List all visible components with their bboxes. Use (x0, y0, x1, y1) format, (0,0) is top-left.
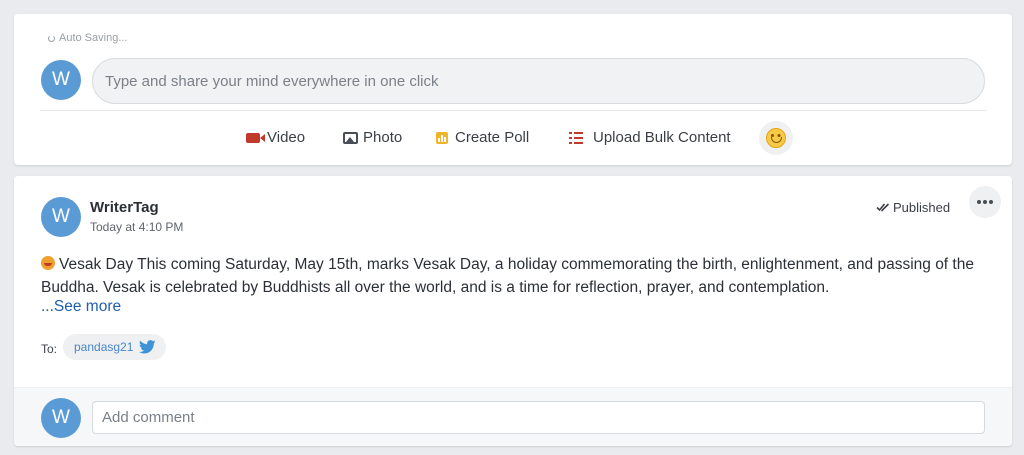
post-body: Vesak Day This coming Saturday, May 15th… (41, 253, 996, 299)
dot-icon (977, 200, 981, 204)
comment-input[interactable]: Add comment (92, 401, 985, 434)
twitter-icon (139, 340, 157, 354)
composer-actions: Video Photo Create Poll Upload Bulk Cont… (14, 118, 1012, 158)
double-check-icon (876, 203, 890, 212)
recipient-chip[interactable]: pandasg21 (63, 334, 167, 360)
video-button[interactable]: Video (246, 129, 305, 146)
recipient-handle: pandasg21 (74, 340, 134, 354)
post-timestamp: Today at 4:10 PM (90, 220, 184, 234)
autosave-status: Auto Saving... (48, 32, 128, 44)
autosave-text: Auto Saving... (59, 32, 128, 44)
see-more-link[interactable]: ...See more (41, 298, 121, 316)
emoji-button[interactable] (759, 121, 793, 155)
author-avatar: W (41, 197, 81, 237)
create-poll-label: Create Poll (455, 129, 530, 146)
to-label: To: (41, 342, 58, 356)
status-badge: Published (876, 200, 950, 215)
more-options-button[interactable] (969, 186, 1001, 218)
author-name[interactable]: WriterTag (90, 199, 159, 216)
post-text: Vesak Day This coming Saturday, May 15th… (41, 256, 974, 296)
photo-button[interactable]: Photo (343, 129, 402, 146)
video-label: Video (267, 129, 306, 146)
grinning-emoji-icon (41, 256, 55, 270)
spinner-icon (48, 34, 55, 42)
smiley-icon (766, 128, 786, 148)
dot-icon (989, 200, 993, 204)
divider (40, 110, 986, 111)
comment-section: W Add comment (14, 387, 1012, 446)
avatar: W (41, 60, 81, 100)
photo-icon (343, 131, 358, 144)
dot-icon (983, 200, 987, 204)
photo-label: Photo (363, 129, 403, 146)
list-icon (569, 131, 583, 144)
upload-bulk-content-label: Upload Bulk Content (593, 129, 731, 146)
poll-icon (436, 131, 448, 144)
upload-bulk-content-button[interactable]: Upload Bulk Content (569, 129, 731, 146)
video-icon (246, 132, 265, 143)
post-composer-card: Auto Saving... W Type and share your min… (14, 14, 1012, 165)
post-card: W WriterTag Today at 4:10 PM Published V… (14, 176, 1012, 446)
status-label: Published (893, 200, 951, 215)
create-poll-button[interactable]: Create Poll (436, 129, 529, 146)
commenter-avatar: W (41, 398, 81, 438)
composer-input[interactable]: Type and share your mind everywhere in o… (92, 58, 985, 104)
